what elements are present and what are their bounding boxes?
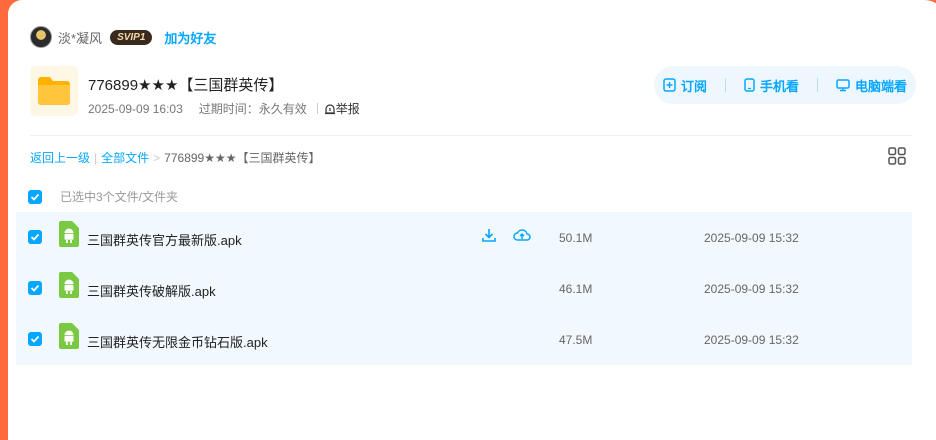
file-checkbox[interactable] bbox=[28, 332, 42, 346]
folder-icon bbox=[30, 66, 78, 116]
select-all-checkbox[interactable] bbox=[28, 189, 42, 204]
report-label: 举报 bbox=[335, 102, 360, 116]
android-apk-icon bbox=[59, 272, 79, 303]
share-created-time: 2025-09-09 16:03 bbox=[88, 101, 183, 116]
svip-badge: SVIP1 bbox=[110, 29, 153, 45]
breadcrumb: 返回上一级 | 全部文件 > 776899★★★【三国群英传】 bbox=[30, 149, 321, 166]
view-actions: 订阅 手机看 电脑端看 bbox=[654, 66, 916, 104]
header-divider bbox=[30, 135, 912, 136]
file-time: 2025-09-09 15:32 bbox=[704, 333, 799, 347]
android-apk-icon bbox=[59, 221, 79, 252]
file-name[interactable]: 三国群英传无限金币钻石版.apk bbox=[87, 332, 268, 351]
check-icon bbox=[30, 284, 40, 292]
subscribe-label: 订阅 bbox=[680, 78, 707, 94]
phone-icon bbox=[744, 78, 755, 92]
file-row[interactable]: 三国群英传官方最新版.apk 50.1M 2025-09-09 15:32 bbox=[16, 212, 912, 263]
grid-view-toggle[interactable] bbox=[888, 147, 906, 170]
back-link[interactable]: 返回上一级 bbox=[30, 149, 90, 166]
add-friend-link[interactable]: 加为好友 bbox=[164, 28, 216, 47]
grid-icon bbox=[888, 147, 906, 165]
action-divider bbox=[724, 78, 726, 92]
report-button[interactable]: 举报 bbox=[324, 100, 360, 117]
select-all-row: 已选中3个文件/文件夹 bbox=[28, 188, 178, 205]
file-checkbox[interactable] bbox=[28, 230, 42, 244]
selection-status: 已选中3个文件/文件夹 bbox=[60, 190, 179, 204]
share-title: 776899★★★【三国群英传】 bbox=[88, 77, 284, 94]
file-row[interactable]: 三国群英传破解版.apk 46.1M 2025-09-09 15:32 bbox=[16, 263, 912, 314]
share-meta: 2025-09-09 16:03 过期时间：永久有效 举报 bbox=[88, 100, 360, 117]
check-icon bbox=[30, 193, 40, 201]
android-apk-icon bbox=[59, 323, 79, 354]
file-name[interactable]: 三国群英传官方最新版.apk bbox=[87, 230, 242, 249]
bookmark-icon bbox=[663, 78, 676, 92]
file-size: 46.1M bbox=[559, 282, 593, 296]
check-icon bbox=[30, 335, 40, 343]
file-list: 三国群英传官方最新版.apk 50.1M 2025-09-09 15:32 三国… bbox=[16, 212, 912, 365]
report-icon bbox=[324, 103, 335, 114]
check-icon bbox=[30, 233, 40, 241]
file-size: 50.1M bbox=[559, 231, 593, 245]
user-avatar[interactable] bbox=[30, 26, 52, 48]
username[interactable]: 淡*凝风 bbox=[58, 28, 102, 47]
phone-view-label: 手机看 bbox=[759, 78, 799, 94]
pc-view-button[interactable]: 电脑端看 bbox=[836, 76, 907, 95]
share-expire: 过期时间：永久有效 bbox=[198, 102, 307, 116]
subscribe-button[interactable]: 订阅 bbox=[663, 76, 707, 95]
file-checkbox[interactable] bbox=[28, 281, 42, 295]
breadcrumb-separator: | bbox=[94, 150, 98, 165]
file-name[interactable]: 三国群英传破解版.apk bbox=[87, 281, 216, 300]
download-icon[interactable] bbox=[481, 227, 497, 243]
monitor-icon bbox=[836, 79, 850, 92]
phone-view-button[interactable]: 手机看 bbox=[744, 76, 799, 95]
row-tools bbox=[481, 227, 531, 243]
file-time: 2025-09-09 15:32 bbox=[704, 231, 799, 245]
sharer-info: 淡*凝风 SVIP1 加为好友 bbox=[30, 26, 216, 48]
save-to-cloud-icon[interactable] bbox=[513, 227, 531, 243]
file-size: 47.5M bbox=[559, 333, 593, 347]
file-time: 2025-09-09 15:32 bbox=[704, 282, 799, 296]
all-files-link[interactable]: 全部文件 bbox=[101, 149, 149, 166]
breadcrumb-current: 776899★★★【三国群英传】 bbox=[164, 151, 321, 165]
share-card: 淡*凝风 SVIP1 加为好友 776899★★★【三国群英传】 2025-09… bbox=[8, 0, 936, 440]
action-divider bbox=[816, 78, 818, 92]
pc-view-label: 电脑端看 bbox=[854, 78, 907, 94]
meta-divider bbox=[316, 103, 318, 114]
breadcrumb-arrow: > bbox=[153, 150, 161, 165]
file-row[interactable]: 三国群英传无限金币钻石版.apk 47.5M 2025-09-09 15:32 bbox=[16, 314, 912, 365]
